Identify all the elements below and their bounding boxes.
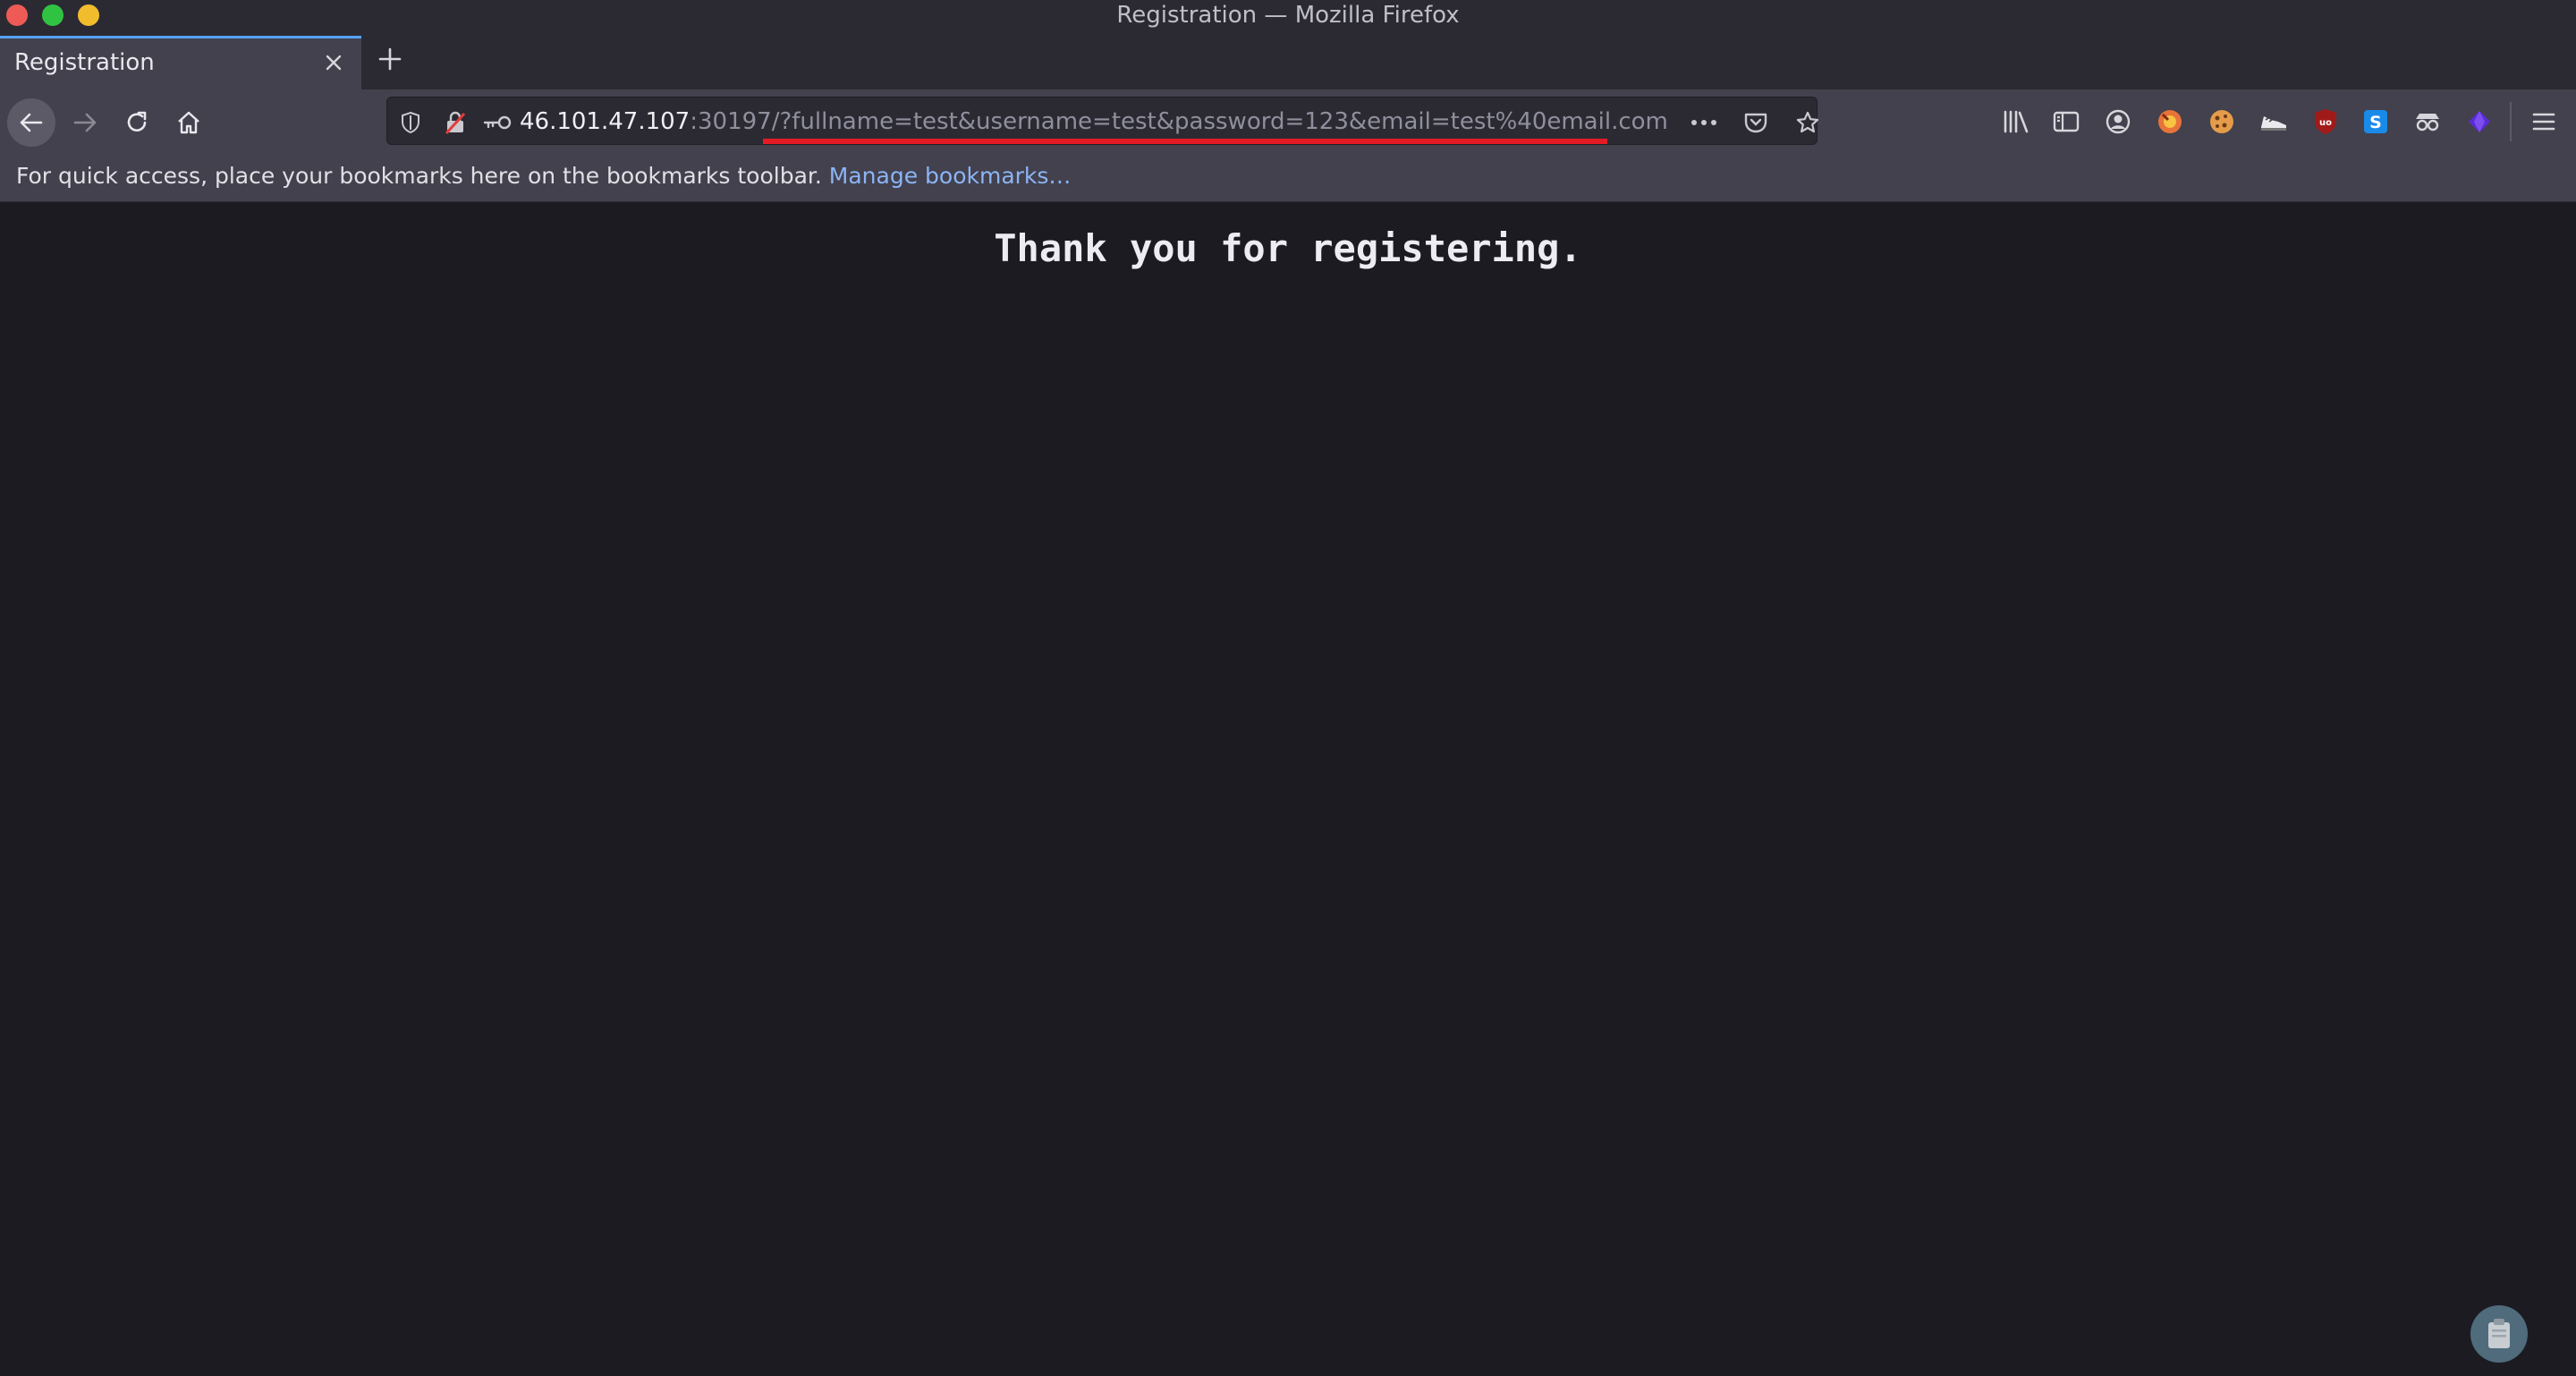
svg-text:uo: uo bbox=[2319, 118, 2332, 128]
clipboard-icon bbox=[2488, 1319, 2510, 1348]
red-underline-annotation bbox=[763, 139, 1607, 144]
extension-fox-icon[interactable] bbox=[2154, 106, 2186, 138]
extension-s-icon[interactable]: S bbox=[2360, 106, 2392, 138]
bookmarks-empty-message: For quick access, place your bookmarks h… bbox=[16, 163, 1071, 189]
sidebar-icon[interactable] bbox=[2050, 106, 2082, 138]
url-path-query: :30197/?fullname=test&username=test&pass… bbox=[690, 108, 1668, 135]
back-button[interactable] bbox=[7, 98, 55, 147]
account-icon[interactable] bbox=[2102, 106, 2134, 138]
forward-button[interactable] bbox=[61, 98, 109, 147]
registration-confirmation-message: Thank you for registering. bbox=[994, 226, 1582, 270]
url-text[interactable]: 46.101.47.107:30197/?fullname=test&usern… bbox=[520, 108, 1668, 135]
window-titlebar: Registration — Mozilla Firefox bbox=[0, 0, 2576, 32]
library-icon[interactable] bbox=[2000, 106, 2032, 138]
window-title: Registration — Mozilla Firefox bbox=[1116, 2, 1460, 29]
new-tab-button[interactable] bbox=[372, 41, 408, 77]
star-icon[interactable] bbox=[1793, 108, 1822, 137]
tab-label: Registration bbox=[14, 49, 155, 76]
more-dots-icon[interactable] bbox=[1690, 108, 1718, 137]
tab-strip: Registration bbox=[0, 32, 2576, 89]
manage-bookmarks-link[interactable]: Manage bookmarks… bbox=[829, 163, 1072, 189]
home-button[interactable] bbox=[165, 98, 213, 147]
shield-icon[interactable] bbox=[398, 110, 423, 135]
bookmarks-hint: For quick access, place your bookmarks h… bbox=[16, 163, 822, 189]
svg-text:S: S bbox=[2369, 113, 2382, 132]
insecure-lock-icon[interactable] bbox=[443, 110, 468, 135]
url-host: 46.101.47.107 bbox=[520, 108, 691, 135]
clipboard-button[interactable] bbox=[2470, 1305, 2528, 1363]
extension-cookie-icon[interactable] bbox=[2206, 106, 2238, 138]
toolbar-separator bbox=[2510, 102, 2512, 141]
close-tab-icon[interactable] bbox=[320, 47, 347, 78]
navigation-toolbar: 46.101.47.107:30197/?fullname=test&usern… bbox=[0, 89, 2576, 152]
extension-gem-icon[interactable] bbox=[2463, 106, 2496, 138]
home-icon bbox=[178, 111, 199, 134]
reload-button[interactable] bbox=[113, 98, 161, 147]
page-content: Thank you for registering. bbox=[0, 203, 2576, 1376]
url-bar[interactable]: 46.101.47.107:30197/?fullname=test&usern… bbox=[386, 97, 1819, 145]
key-icon[interactable] bbox=[482, 110, 513, 135]
bookmarks-toolbar: For quick access, place your bookmarks h… bbox=[0, 152, 2576, 202]
back-arrow-icon bbox=[20, 113, 43, 132]
reload-icon bbox=[127, 111, 147, 132]
forward-arrow-icon bbox=[73, 113, 97, 132]
hamburger-menu-icon[interactable] bbox=[2528, 106, 2560, 138]
extension-spy-icon[interactable] bbox=[2411, 106, 2444, 138]
tab-registration[interactable]: Registration bbox=[0, 36, 361, 89]
ublock-origin-icon[interactable]: uo bbox=[2309, 106, 2342, 138]
pocket-icon[interactable] bbox=[1741, 108, 1770, 137]
extension-shoe-icon[interactable] bbox=[2258, 106, 2290, 138]
